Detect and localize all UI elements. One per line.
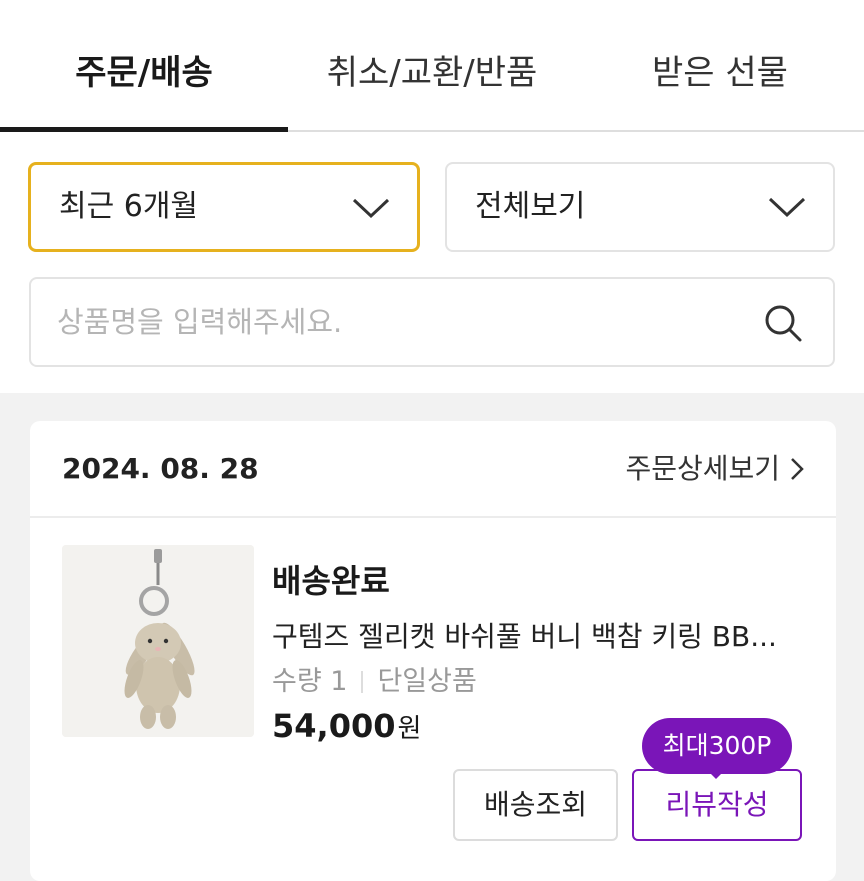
delivery-status: 배송완료 bbox=[272, 562, 390, 600]
price-amount: 54,000 bbox=[272, 707, 396, 745]
search-icon[interactable] bbox=[763, 303, 803, 343]
product-option: 단일상품 bbox=[377, 666, 477, 697]
tab-order-delivery[interactable]: 주문/배송 bbox=[0, 48, 288, 98]
order-tabs: 주문/배송 취소/교환/반품 받은 선물 bbox=[0, 0, 864, 132]
order-card: 2024. 08. 28 주문상세보기 배송완료 구템즈 젤리캣 바쉬풀 버니 … bbox=[30, 421, 836, 881]
write-review-button[interactable]: 리뷰작성 bbox=[632, 769, 802, 841]
tab-cancel-exchange-return[interactable]: 취소/교환/반품 bbox=[288, 48, 576, 98]
type-select-value: 전체보기 bbox=[475, 189, 586, 224]
active-tab-indicator bbox=[0, 127, 288, 132]
search-placeholder: 상품명을 입력해주세요. bbox=[57, 305, 343, 339]
chevron-down-icon bbox=[768, 197, 806, 218]
tab-received-gifts[interactable]: 받은 선물 bbox=[576, 48, 864, 98]
period-select[interactable]: 최근 6개월 bbox=[28, 162, 420, 252]
card-divider bbox=[30, 516, 836, 518]
type-select[interactable]: 전체보기 bbox=[445, 162, 835, 252]
bunny-keyring-image bbox=[62, 545, 254, 737]
order-detail-link[interactable]: 주문상세보기 bbox=[625, 449, 804, 489]
order-date: 2024. 08. 28 bbox=[62, 452, 259, 485]
review-points-badge: 최대300P bbox=[642, 718, 792, 774]
meta-separator bbox=[361, 671, 364, 693]
product-price: 54,000원 bbox=[272, 705, 421, 750]
chevron-down-icon bbox=[352, 198, 390, 219]
chevron-right-icon bbox=[791, 458, 804, 480]
price-unit: 원 bbox=[397, 714, 422, 744]
product-name[interactable]: 구템즈 젤리캣 바쉬풀 버니 백참 키링 BB... bbox=[272, 617, 802, 657]
order-detail-label: 주문상세보기 bbox=[625, 452, 780, 485]
product-thumbnail[interactable] bbox=[62, 545, 254, 737]
track-delivery-button[interactable]: 배송조회 bbox=[453, 769, 618, 841]
product-meta: 수량 1 단일상품 bbox=[272, 663, 477, 701]
product-quantity: 수량 1 bbox=[272, 666, 348, 697]
badge-tail bbox=[707, 770, 725, 779]
header-area: 주문/배송 취소/교환/반품 받은 선물 최근 6개월 전체보기 상품명을 입력… bbox=[0, 0, 864, 393]
product-search-input[interactable]: 상품명을 입력해주세요. bbox=[29, 277, 835, 367]
period-select-value: 최근 6개월 bbox=[59, 189, 199, 224]
